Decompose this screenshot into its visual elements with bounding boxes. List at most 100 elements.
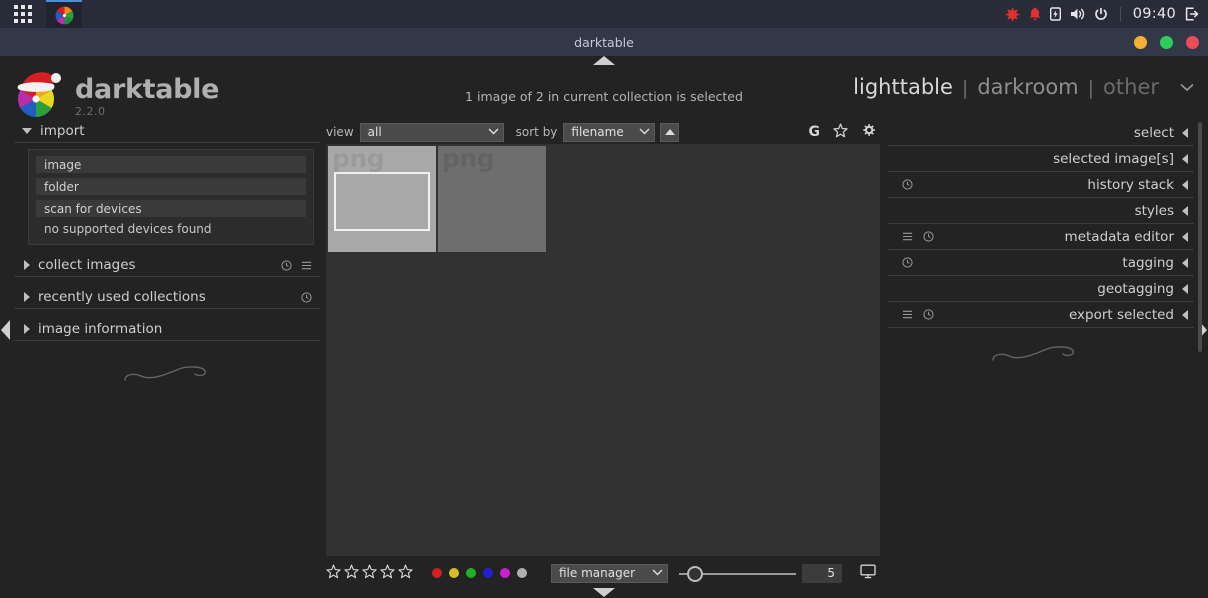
- module-label-styles: styles: [1134, 202, 1174, 219]
- grouping-icon[interactable]: G: [809, 124, 821, 140]
- zoom-value[interactable]: 5: [802, 563, 842, 583]
- chevron-down-icon: [478, 127, 499, 138]
- bell-icon[interactable]: [1029, 7, 1041, 21]
- notifications-starburst-icon[interactable]: [1004, 6, 1020, 22]
- system-taskbar: 09:40: [0, 0, 1208, 28]
- thumbnail-item[interactable]: png: [438, 144, 546, 252]
- collapse-triangle-icon: [1182, 283, 1188, 294]
- color-label-gray[interactable]: [517, 568, 527, 578]
- apps-grid-icon[interactable]: [0, 0, 46, 28]
- thumbnail-extension: png: [442, 144, 495, 173]
- import-image-button[interactable]: image: [36, 156, 306, 173]
- module-header-metadata-editor[interactable]: metadata editor: [888, 224, 1194, 250]
- power-icon[interactable]: [1094, 7, 1108, 21]
- color-label-red[interactable]: [432, 568, 442, 578]
- minimize-button[interactable]: [1134, 35, 1147, 49]
- system-tray: 09:40: [1004, 0, 1208, 28]
- module-label-recently-used-collections: recently used collections: [38, 289, 206, 305]
- clock[interactable]: 09:40: [1133, 6, 1176, 22]
- darktable-app-icon: [55, 6, 73, 24]
- left-panel: import image folder scan for devices no …: [14, 120, 320, 588]
- collapse-triangle-icon: [1182, 153, 1188, 164]
- zoom-slider-knob[interactable]: [687, 565, 703, 582]
- color-label-purple[interactable]: [500, 568, 510, 578]
- view-filter-dropdown[interactable]: all: [359, 122, 504, 142]
- menu-icon[interactable]: [902, 227, 913, 246]
- clock-icon[interactable]: [902, 253, 913, 272]
- lighttable-grid[interactable]: png png: [326, 144, 880, 556]
- logout-icon[interactable]: [1185, 7, 1199, 21]
- module-header-recently-used-collections[interactable]: recently used collections: [14, 286, 320, 309]
- star-rating-5[interactable]: [398, 564, 413, 583]
- thumbnail-image-frame: [446, 174, 538, 230]
- clock-icon[interactable]: [923, 227, 934, 246]
- clock-icon[interactable]: [281, 256, 292, 275]
- lighttable-bottom-bar: file manager 5: [326, 558, 880, 588]
- decorative-flourish: [987, 342, 1079, 372]
- right-panel-scrollbar[interactable]: [1198, 122, 1202, 352]
- clock-icon[interactable]: [923, 305, 934, 324]
- preferences-gear-icon[interactable]: [861, 123, 876, 142]
- module-header-history-stack[interactable]: history stack: [888, 172, 1194, 198]
- module-label-select: select: [1133, 124, 1174, 141]
- module-header-image-information[interactable]: image information: [14, 318, 320, 341]
- collapse-top-panel-arrow[interactable]: [593, 56, 615, 65]
- maximize-button[interactable]: [1160, 35, 1173, 49]
- clock-icon[interactable]: [301, 288, 312, 307]
- clock-icon[interactable]: [902, 175, 913, 194]
- monitor-icon[interactable]: [860, 564, 876, 583]
- battery-icon[interactable]: [1049, 7, 1061, 21]
- view-separator-1: |: [961, 77, 969, 99]
- star-rating-3[interactable]: [362, 564, 377, 583]
- sort-by-dropdown[interactable]: filename: [563, 122, 656, 142]
- module-header-collect-images[interactable]: collect images: [14, 254, 320, 277]
- import-folder-button[interactable]: folder: [36, 178, 306, 195]
- star-rating-1[interactable]: [326, 564, 341, 583]
- view-lighttable[interactable]: lighttable: [853, 75, 953, 99]
- star-rating-2[interactable]: [344, 564, 359, 583]
- color-labels: [432, 568, 527, 578]
- lighttable-toolbar: view all sort by filename G: [326, 120, 880, 144]
- view-darkroom[interactable]: darkroom: [977, 75, 1078, 99]
- module-header-tagging[interactable]: tagging: [888, 250, 1194, 276]
- sort-direction-button[interactable]: [660, 122, 680, 142]
- view-switcher: lighttable | darkroom | other: [853, 75, 1194, 99]
- menu-icon[interactable]: [301, 256, 312, 275]
- layout-mode-dropdown[interactable]: file manager: [551, 563, 668, 583]
- thumbnail-item[interactable]: png: [328, 145, 436, 252]
- scan-for-devices-button[interactable]: scan for devices: [36, 200, 306, 217]
- view-filter-value: all: [367, 125, 382, 139]
- zoom-slider[interactable]: [679, 564, 796, 583]
- volume-icon[interactable]: [1070, 7, 1085, 21]
- module-header-import[interactable]: import: [14, 120, 320, 143]
- view-other[interactable]: other: [1103, 75, 1159, 99]
- module-header-selected-images[interactable]: selected image[s]: [888, 146, 1194, 172]
- arrow-up-icon: [664, 129, 675, 135]
- collapse-bottom-panel-arrow[interactable]: [593, 588, 615, 597]
- module-header-styles[interactable]: styles: [888, 198, 1194, 224]
- module-label-import: import: [40, 123, 85, 139]
- no-devices-note: no supported devices found: [44, 222, 212, 236]
- view-filter-label: view: [326, 125, 354, 139]
- layout-zoom-controls: file manager 5: [551, 563, 880, 583]
- right-panel: select selected image[s] history stack s…: [888, 120, 1202, 588]
- color-label-green[interactable]: [466, 568, 476, 578]
- menu-icon[interactable]: [902, 305, 913, 324]
- collapse-triangle-icon: [1182, 127, 1188, 138]
- module-header-select[interactable]: select: [888, 120, 1194, 146]
- module-header-geotagging[interactable]: geotagging: [888, 276, 1194, 302]
- collapse-left-panel-arrow[interactable]: [1, 320, 10, 340]
- close-button[interactable]: [1186, 35, 1199, 49]
- overlays-star-icon[interactable]: [833, 123, 848, 142]
- chevron-down-icon[interactable]: [1180, 78, 1194, 96]
- module-label-selected-images: selected image[s]: [1053, 150, 1174, 167]
- center-area: view all sort by filename G png png file…: [326, 120, 880, 588]
- star-rating-4[interactable]: [380, 564, 395, 583]
- color-label-blue[interactable]: [483, 568, 493, 578]
- expand-triangle-icon: [22, 128, 32, 134]
- module-label-geotagging: geotagging: [1097, 280, 1174, 297]
- module-header-export-selected[interactable]: export selected: [888, 302, 1194, 328]
- collapse-triangle-icon: [1182, 179, 1188, 190]
- color-label-yellow[interactable]: [449, 568, 459, 578]
- taskbar-item-darktable[interactable]: [46, 0, 82, 28]
